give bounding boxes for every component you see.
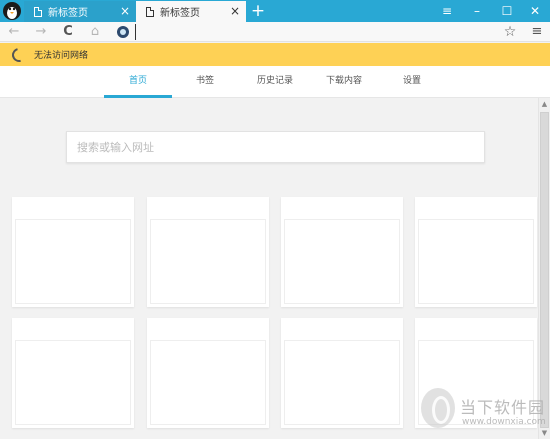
close-tab-icon[interactable]: × (120, 4, 130, 18)
search-input[interactable] (66, 131, 485, 163)
tile-thumbnail (418, 219, 534, 304)
reload-button[interactable]: C (59, 23, 77, 41)
watermark-text: 当下软件园 (460, 398, 546, 417)
close-tab-icon[interactable]: × (230, 4, 240, 18)
forward-button[interactable]: → (32, 23, 50, 41)
tile-thumbnail (150, 219, 266, 304)
bookmark-star-icon[interactable]: ☆ (501, 23, 519, 41)
tile-thumbnail (284, 340, 400, 425)
scroll-up-icon[interactable]: ▲ (539, 98, 550, 110)
browser-logo-icon (3, 2, 21, 20)
newtab-menu: 首页 书签 历史记录 下载内容 设置 (0, 66, 550, 98)
tile-thumbnail (150, 340, 266, 425)
tab-home[interactable]: 首页 (104, 66, 172, 98)
speed-dial-tile[interactable] (147, 318, 269, 428)
vertical-scrollbar[interactable]: ▲ ▼ (538, 98, 550, 439)
speed-dial-tile[interactable] (147, 197, 269, 307)
loading-spinner-icon (9, 44, 29, 65)
maximize-button[interactable]: ☐ (492, 0, 522, 22)
watermark-url: www.downxia.com (462, 417, 546, 427)
tab-bookmarks[interactable]: 书签 (182, 66, 228, 98)
address-bar-input[interactable] (135, 24, 495, 40)
tab-label: 新标签页 (48, 8, 88, 19)
speed-dial-tile[interactable] (281, 318, 403, 428)
browser-menu-button[interactable]: ≡ (528, 23, 546, 41)
scroll-down-icon[interactable]: ▼ (539, 427, 550, 439)
close-window-button[interactable]: ✕ (520, 0, 550, 22)
tab-label: 新标签页 (160, 8, 200, 19)
home-button[interactable]: ⌂ (86, 23, 104, 41)
minimize-button[interactable]: – (462, 0, 492, 22)
tab-newtab-1[interactable]: 新标签页 × (24, 1, 136, 22)
network-warning-bar: 无法访问网络 (0, 43, 550, 66)
tile-thumbnail (15, 340, 131, 425)
tab-settings[interactable]: 设置 (392, 66, 432, 98)
tab-downloads[interactable]: 下载内容 (316, 66, 372, 98)
page-icon (146, 6, 154, 17)
scrollbar-thumb[interactable] (540, 112, 549, 428)
new-tab-button[interactable]: + (248, 1, 268, 21)
title-bar: 新标签页 × 新标签页 × + ≡ – ☐ ✕ (0, 0, 550, 22)
tab-newtab-2[interactable]: 新标签页 × (136, 1, 246, 22)
speed-dial-tile[interactable] (12, 318, 134, 428)
speed-dial-tile[interactable] (281, 197, 403, 307)
speed-dial-tile[interactable] (415, 197, 537, 307)
back-button[interactable]: ← (5, 23, 23, 41)
speed-dial-tile[interactable] (12, 197, 134, 307)
tab-history[interactable]: 历史记录 (248, 66, 302, 98)
tile-thumbnail (284, 219, 400, 304)
menu-button[interactable]: ≡ (432, 0, 462, 22)
nav-bar: ← → C ⌂ ☆ ≡ (0, 22, 550, 42)
page-icon (34, 6, 42, 17)
site-icon (117, 26, 129, 38)
tile-thumbnail (15, 219, 131, 304)
warning-text: 无法访问网络 (34, 51, 89, 61)
watermark-logo-icon (421, 388, 455, 428)
